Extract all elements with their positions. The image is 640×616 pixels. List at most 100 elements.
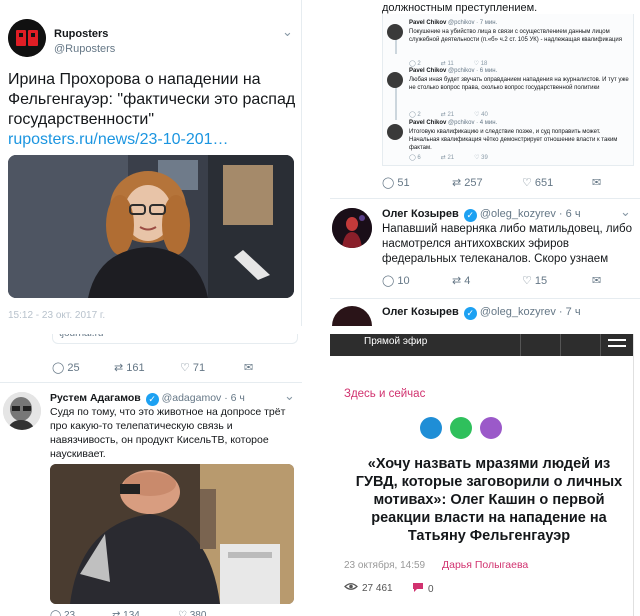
reply-actions: ◯ 6 ⇄ 21 ♡ 39 [409, 154, 488, 161]
chevron-down-icon[interactable]: ⌄ [284, 388, 295, 404]
reply-icon[interactable]: ◯ 23 [50, 610, 112, 616]
thread-line [395, 86, 397, 120]
like-count: 18 [480, 61, 488, 67]
reply-count: 23 [63, 610, 76, 616]
like-icon[interactable]: ♡ 18 [474, 60, 488, 67]
tweet-photo[interactable] [50, 464, 294, 604]
reply-count: 51 [397, 176, 410, 189]
tweet-link[interactable]: ruposters.ru/news/23-10-201… [8, 131, 229, 148]
retweet-count: 21 [447, 112, 455, 118]
reply-count: 10 [397, 274, 410, 287]
comments-counter[interactable]: 0 [412, 582, 434, 596]
divider [0, 382, 302, 383]
tweet-body: Ирина Прохорова о нападении на Фельгенга… [8, 71, 296, 128]
reply-icon[interactable]: ◯ 51 [382, 176, 452, 190]
reply-name: Pavel Chikov [409, 120, 447, 126]
reply-icon[interactable]: ◯ 2 [409, 111, 421, 118]
message-icon[interactable]: ✉ [592, 274, 601, 287]
article-headline[interactable]: «Хочу назвать мразями людей из ГУВД, кот… [346, 455, 632, 545]
share-buttons [420, 417, 502, 439]
author-name[interactable]: Ruposters [54, 28, 108, 40]
author-handle[interactable]: @adagamov · 6 ч [162, 392, 245, 404]
reply-icon[interactable]: ◯ 6 [409, 154, 421, 161]
adagamov-avatar[interactable] [3, 392, 41, 430]
avatar [387, 124, 403, 140]
reply-handle: @pchikov · 7 мин. [448, 20, 498, 26]
reply-count: 2 [417, 61, 421, 67]
quoted-thread[interactable]: Pavel Chikov @pchikov · 7 мин. Покушение… [382, 14, 634, 166]
author-line: Олег Козырев ✓ @oleg_kozyrev · 6 ч [382, 208, 581, 222]
share-dot-blue[interactable] [420, 417, 442, 439]
tweet-text: Напавший наверняка либо матильдовец, либ… [382, 223, 633, 265]
article-author[interactable]: Дарья Полыгаева [442, 559, 528, 571]
divider [560, 334, 561, 356]
like-count: 15 [534, 274, 548, 287]
scrollbar[interactable] [633, 334, 640, 616]
retweet-icon[interactable]: ⇄ 11 [441, 60, 454, 67]
message-icon[interactable]: ✉ [244, 361, 253, 374]
like-icon[interactable]: ♡ 71 [180, 361, 244, 375]
retweet-icon[interactable]: ⇄ 161 [114, 361, 180, 375]
tweet-photo[interactable] [8, 155, 294, 298]
retweet-count: 21 [447, 155, 455, 161]
tweet-actions: ◯ 25 ⇄ 161 ♡ 71 ✉ [52, 361, 253, 375]
ruposters-avatar[interactable] [8, 19, 46, 57]
share-dot-green[interactable] [450, 417, 472, 439]
divider [330, 198, 640, 199]
author-handle[interactable]: @oleg_kozyrev · 6 ч [480, 208, 581, 220]
retweet-icon[interactable]: ⇄ 257 [452, 176, 522, 190]
menu-icon[interactable] [608, 339, 626, 351]
tweet-actions: ◯ 10 ⇄ 4 ♡ 15 ✉ [382, 274, 601, 288]
kozyrev-avatar[interactable] [332, 208, 372, 248]
like-count: 40 [481, 112, 488, 118]
section-label[interactable]: Здесь и сейчас [344, 388, 425, 400]
reply-text: Покушение на убийство лица в связи с осу… [409, 29, 622, 43]
reply-count: 6 [417, 155, 421, 161]
kozyrev-avatar[interactable] [332, 306, 372, 326]
top-bar: Прямой эфир [330, 334, 633, 356]
author-handle[interactable]: @Ruposters [54, 43, 115, 55]
like-count: 39 [481, 155, 488, 161]
divider [330, 298, 640, 299]
share-dot-purple[interactable] [480, 417, 502, 439]
author-name[interactable]: Олег Козырев [382, 306, 459, 318]
tweet-thread-panel: должностным преступлением. Pavel Chikov … [330, 0, 640, 326]
like-icon[interactable]: ♡ 380 [178, 610, 242, 616]
author-handle[interactable]: @oleg_kozyrev · 7 ч [480, 306, 581, 318]
reply-handle: @pchikov · 6 мин. [448, 68, 498, 74]
retweet-icon[interactable]: ⇄ 21 [441, 154, 454, 161]
reply-icon[interactable]: ◯ 2 [409, 60, 421, 67]
link-card[interactable]: tjournal.ru [52, 334, 298, 344]
author-line: Олег Козырев ✓ @oleg_kozyrev · 7 ч [382, 306, 581, 320]
like-icon[interactable]: ♡ 39 [474, 154, 488, 161]
reply-actions: ◯ 2 ⇄ 21 ♡ 40 [409, 111, 488, 118]
reply-handle: @pchikov · 4 мин. [448, 120, 498, 126]
author-name[interactable]: Рустем Адагамов [50, 392, 141, 404]
verified-icon: ✓ [463, 307, 477, 320]
like-icon[interactable]: ♡ 651 [522, 176, 592, 190]
retweet-icon[interactable]: ⇄ 4 [452, 274, 522, 288]
verified-icon: ✓ [463, 209, 477, 222]
reply-icon[interactable]: ◯ 10 [382, 274, 452, 288]
author-line: Рустем Адагамов ✓ @adagamov · 6 ч [50, 392, 245, 406]
tweet-adagamov-panel: tjournal.ru ◯ 25 ⇄ 161 ♡ 71 ✉ Рустем Ада… [0, 334, 302, 616]
retweet-count: 11 [447, 61, 454, 67]
views-counter: 27 461 [344, 582, 393, 594]
divider [520, 334, 521, 356]
live-button[interactable]: Прямой эфир [364, 336, 427, 347]
tweet-actions: ◯ 51 ⇄ 257 ♡ 651 ✉ [382, 176, 601, 190]
tweet-text-cut: должностным преступлением. [382, 2, 538, 14]
retweet-icon[interactable]: ⇄ 21 [441, 111, 454, 118]
chevron-down-icon[interactable]: ⌄ [620, 204, 631, 220]
views-count: 27 461 [362, 582, 393, 594]
tweet-meta: 15:12 - 23 окт. 2017 г. [8, 310, 106, 321]
retweet-icon[interactable]: ⇄ 134 [112, 610, 178, 616]
reply-count: 25 [67, 361, 80, 374]
message-icon[interactable]: ✉ [592, 176, 601, 189]
like-icon[interactable]: ♡ 40 [474, 111, 488, 118]
like-count: 71 [192, 361, 206, 374]
reply-icon[interactable]: ◯ 25 [52, 361, 114, 375]
like-icon[interactable]: ♡ 15 [522, 274, 592, 288]
author-name[interactable]: Олег Козырев [382, 208, 459, 220]
chevron-down-icon[interactable]: ⌄ [282, 24, 293, 40]
